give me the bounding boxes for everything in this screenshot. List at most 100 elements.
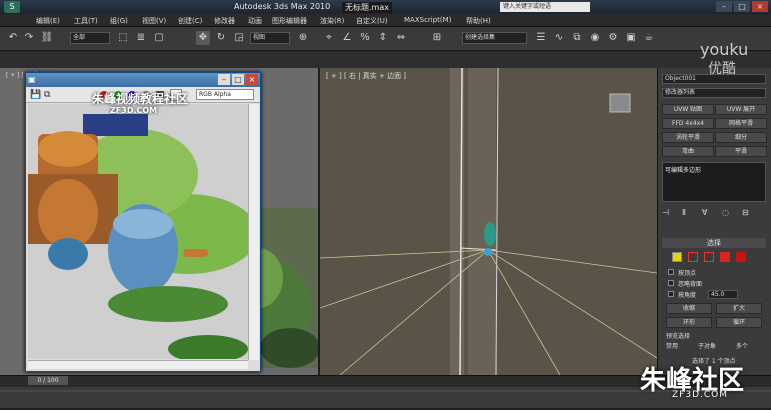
element-level-icon[interactable] bbox=[736, 252, 746, 262]
search-input[interactable]: 键入关键字或短语 bbox=[500, 2, 590, 12]
modifier-subdivide-button[interactable]: 细分 bbox=[715, 132, 767, 143]
loop-button[interactable]: 循环 bbox=[716, 317, 762, 328]
snap-icon[interactable]: ⌖ bbox=[322, 31, 336, 45]
by-angle-checkbox[interactable] bbox=[668, 291, 674, 297]
right-viewport-label[interactable]: [ + ] [ 右 | 真实 + 边面 ] bbox=[326, 71, 406, 81]
modifier-turbosmooth-button[interactable]: 涡轮平滑 bbox=[662, 132, 714, 143]
edge-level-icon[interactable] bbox=[688, 252, 698, 262]
material-editor-icon[interactable]: ◉ bbox=[588, 31, 602, 45]
time-slider-thumb[interactable]: 0 / 100 bbox=[28, 376, 68, 385]
select-icon[interactable]: ⬚ bbox=[116, 31, 130, 45]
image-viewer-titlebar[interactable]: ▣ – □ × bbox=[26, 73, 260, 87]
image-viewer-close-button[interactable]: × bbox=[246, 74, 258, 85]
modifier-list-dropdown[interactable]: 修改器列表 bbox=[662, 88, 766, 98]
move-icon[interactable]: ✥ bbox=[196, 31, 210, 45]
save-icon[interactable]: 💾 bbox=[30, 90, 41, 100]
grow-button[interactable]: 扩大 bbox=[716, 303, 762, 314]
image-viewer-maximize-button[interactable]: □ bbox=[232, 74, 244, 85]
image-viewer-icon: ▣ bbox=[28, 75, 36, 84]
undo-icon[interactable]: ↶ bbox=[6, 31, 20, 45]
bottom-domain-watermark: ZF3D.COM bbox=[672, 390, 728, 400]
app-logo-icon[interactable]: S bbox=[4, 1, 20, 13]
right-viewport[interactable] bbox=[320, 68, 657, 375]
clone-icon[interactable]: ⧉ bbox=[44, 90, 50, 100]
select-by-name-icon[interactable]: ≣ bbox=[134, 31, 148, 45]
by-angle-label: 按角度 bbox=[678, 292, 697, 299]
secondary-strip bbox=[0, 51, 771, 68]
menu-modifiers[interactable]: 修改器 bbox=[214, 16, 235, 26]
close-button[interactable]: × bbox=[752, 1, 768, 12]
modifier-ffd-button[interactable]: FFD 4x4x4 bbox=[662, 118, 714, 129]
image-viewer-minimize-button[interactable]: – bbox=[218, 74, 230, 85]
menu-graph[interactable]: 图形编辑器 bbox=[272, 16, 307, 26]
subobject-levels bbox=[672, 252, 752, 264]
minimize-button[interactable]: – bbox=[716, 1, 732, 12]
image-canvas[interactable] bbox=[28, 104, 248, 359]
configure-sets-icon[interactable]: ⊟ bbox=[742, 208, 749, 217]
window-title: Autodesk 3ds Max 2010 bbox=[234, 2, 331, 11]
render-setup-icon[interactable]: ⚙ bbox=[606, 31, 620, 45]
image-viewer-window[interactable]: ▣ – □ × 💾 ⧉ RGB Alpha bbox=[25, 72, 261, 372]
angle-spinner[interactable]: 45.0 bbox=[708, 290, 738, 299]
horizontal-scrollbar[interactable] bbox=[28, 360, 248, 369]
render-frame-icon[interactable]: ▣ bbox=[624, 31, 638, 45]
file-name: 无标题.max bbox=[342, 2, 392, 13]
preview-disabled-radio[interactable]: 禁用 bbox=[666, 341, 678, 350]
layer-icon[interactable]: ☰ bbox=[534, 31, 548, 45]
menu-create[interactable]: 创建(C) bbox=[178, 16, 202, 26]
maximize-button[interactable]: □ bbox=[734, 1, 750, 12]
selection-filter-dropdown[interactable]: 全部 bbox=[70, 32, 110, 44]
menu-customize[interactable]: 自定义(U) bbox=[356, 16, 388, 26]
modifier-meshsmooth-button[interactable]: 网格平滑 bbox=[715, 118, 767, 129]
schematic-icon[interactable]: ⧉ bbox=[570, 31, 584, 45]
make-unique-icon[interactable]: ∀ bbox=[702, 208, 707, 217]
modifier-uvw-map-button[interactable]: UVW 贴图 bbox=[662, 104, 714, 115]
by-vertex-label: 按顶点 bbox=[678, 270, 697, 277]
modifier-smooth-button[interactable]: 平滑 bbox=[715, 146, 767, 157]
modifier-stack[interactable]: 可编辑多边形 bbox=[662, 162, 766, 202]
render-icon[interactable]: ☕ bbox=[642, 31, 656, 45]
shrink-button[interactable]: 收缩 bbox=[666, 303, 712, 314]
menu-edit[interactable]: 编辑(E) bbox=[36, 16, 60, 26]
modifier-unwrap-uvw-button[interactable]: UVW 展开 bbox=[715, 104, 767, 115]
region-select-icon[interactable]: ▢ bbox=[152, 31, 166, 45]
curve-editor-icon[interactable]: ∿ bbox=[552, 31, 566, 45]
menu-help[interactable]: 帮助(H) bbox=[466, 16, 491, 26]
reference-coord-dropdown[interactable]: 视图 bbox=[250, 32, 290, 44]
ring-button[interactable]: 环形 bbox=[666, 317, 712, 328]
menu-tools[interactable]: 工具(T) bbox=[74, 16, 98, 26]
youku-cn-watermark: 优酷 bbox=[708, 61, 736, 77]
preview-multi-radio[interactable]: 多个 bbox=[736, 341, 748, 350]
by-vertex-checkbox[interactable] bbox=[668, 269, 674, 275]
angle-snap-icon[interactable]: ∠ bbox=[340, 31, 354, 45]
menu-views[interactable]: 视图(V) bbox=[142, 16, 166, 26]
menu-render[interactable]: 渲染(R) bbox=[320, 16, 344, 26]
border-level-icon[interactable] bbox=[704, 252, 714, 262]
modifier-bend-button[interactable]: 弯曲 bbox=[662, 146, 714, 157]
scale-icon[interactable]: ◲ bbox=[232, 31, 246, 45]
menu-maxscript[interactable]: MAXScript(M) bbox=[404, 16, 451, 24]
remove-modifier-icon[interactable]: ◌ bbox=[722, 208, 729, 217]
preview-subobject-radio[interactable]: 子对象 bbox=[698, 341, 716, 350]
link-icon[interactable]: ⛓ bbox=[40, 31, 54, 45]
zf-domain-watermark: ZF3D.COM bbox=[110, 106, 158, 115]
stack-item-editable-poly[interactable]: 可编辑多边形 bbox=[665, 165, 701, 174]
selection-set-dropdown[interactable]: 创建选择集 bbox=[462, 32, 527, 44]
align-icon[interactable]: ⊞ bbox=[430, 31, 444, 45]
pin-stack-icon[interactable]: ⊣ bbox=[662, 208, 669, 217]
vertex-level-icon[interactable] bbox=[672, 252, 682, 262]
show-result-icon[interactable]: Ⅱ bbox=[682, 208, 686, 217]
channel-dropdown[interactable]: RGB Alpha bbox=[196, 89, 254, 100]
pivot-icon[interactable]: ⊕ bbox=[296, 31, 310, 45]
polygon-level-icon[interactable] bbox=[720, 252, 730, 262]
menu-animation[interactable]: 动画 bbox=[248, 16, 262, 26]
rotate-icon[interactable]: ↻ bbox=[214, 31, 228, 45]
vertical-scrollbar[interactable] bbox=[248, 104, 259, 360]
redo-icon[interactable]: ↷ bbox=[22, 31, 36, 45]
spinner-snap-icon[interactable]: ⇕ bbox=[376, 31, 390, 45]
percent-snap-icon[interactable]: % bbox=[358, 31, 372, 45]
selection-rollout-title[interactable]: 选择 bbox=[662, 238, 766, 248]
mirror-icon[interactable]: ⇔ bbox=[394, 31, 408, 45]
ignore-backfacing-checkbox[interactable] bbox=[668, 280, 674, 286]
menu-group[interactable]: 组(G) bbox=[110, 16, 128, 26]
